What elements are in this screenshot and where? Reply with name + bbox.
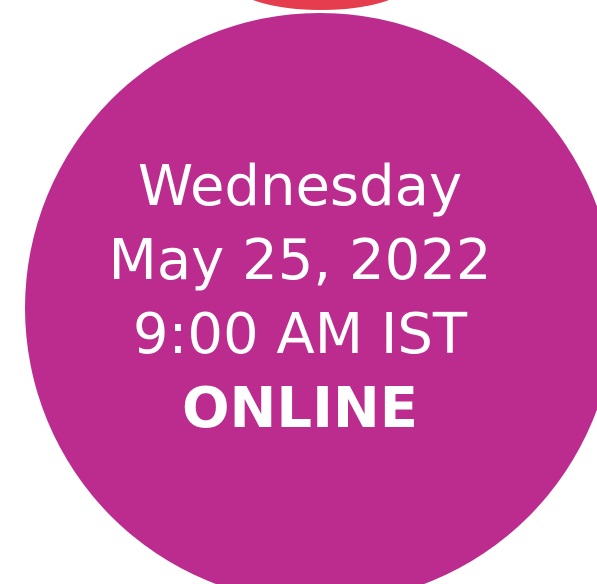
- event-mode: ONLINE: [181, 376, 419, 441]
- event-day: Wednesday: [137, 154, 463, 219]
- red-arc-shape: [236, 0, 406, 10]
- event-graphic: Wednesday May 25, 2022 9:00 AM IST ONLIN…: [0, 0, 597, 584]
- event-time: 9:00 AM IST: [132, 302, 468, 367]
- event-details: Wednesday May 25, 2022 9:00 AM IST ONLIN…: [60, 150, 540, 446]
- event-date: May 25, 2022: [108, 228, 492, 293]
